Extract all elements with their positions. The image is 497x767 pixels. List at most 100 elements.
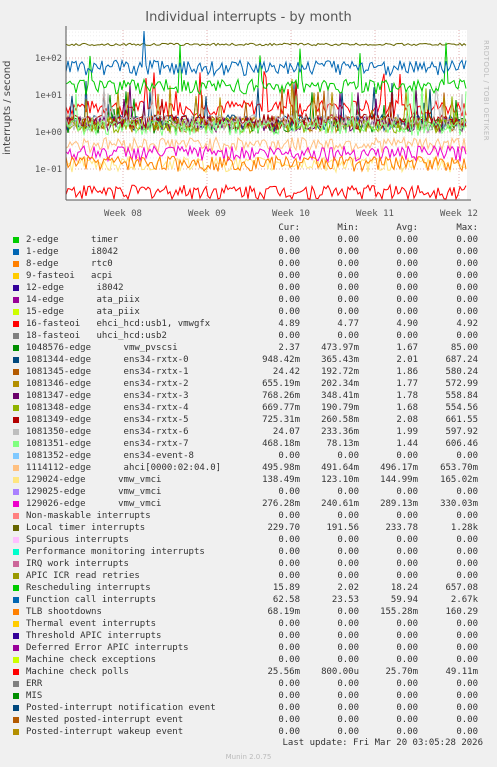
legend-swatch bbox=[13, 729, 19, 735]
legend-max-value: 0.00 bbox=[456, 451, 478, 461]
legend-row: 14-edge ata_piix 0.00 0.00 0.00 0.00 bbox=[0, 294, 497, 306]
legend-series-name: 129026-edge vmw_vmci bbox=[26, 499, 162, 509]
legend-swatch bbox=[13, 585, 19, 591]
x-tick-label: Week 09 bbox=[188, 209, 226, 219]
legend-max-value: 0.00 bbox=[456, 283, 478, 293]
legend-row: 2-edge timer 0.00 0.00 0.00 0.00 bbox=[0, 234, 497, 246]
legend-row: MIS 0.00 0.00 0.00 0.00 bbox=[0, 690, 497, 702]
legend-swatch bbox=[13, 453, 19, 459]
legend-row: 1081345-edge ens34-rxtx-1 24.42 192.72m 1.8… bbox=[0, 366, 497, 378]
legend-max-value: 0.00 bbox=[456, 331, 478, 341]
legend-row: 12-edge i8042 0.00 0.00 0.00 0.00 bbox=[0, 282, 497, 294]
legend-swatch bbox=[13, 549, 19, 555]
legend-max-value: 0.00 bbox=[456, 679, 478, 689]
legend-row: Thermal event interrupts 0.00 0.00 0.00 0.00 bbox=[0, 618, 497, 630]
legend-row: IRQ work interrupts 0.00 0.00 0.00 0.00 bbox=[0, 558, 497, 570]
legend-swatch bbox=[13, 333, 19, 339]
legend-row: ERR 0.00 0.00 0.00 0.00 bbox=[0, 678, 497, 690]
legend-max-value: 4.92 bbox=[456, 319, 478, 329]
legend-series-name: 129024-edge vmw_vmci bbox=[26, 475, 162, 485]
legend-max-value: 0.00 bbox=[456, 655, 478, 665]
legend-swatch bbox=[13, 573, 19, 579]
col-max-header: Max: bbox=[456, 223, 478, 233]
legend-series-name: 12-edge i8042 bbox=[26, 283, 124, 293]
legend-series-name: 8-edge rtc0 bbox=[26, 259, 113, 269]
legend-max-value: 0.00 bbox=[456, 487, 478, 497]
legend-series-name: Nested posted-interrupt event bbox=[26, 715, 184, 725]
legend-series-name: 1048576-edge vmw_pvscsi bbox=[26, 343, 178, 353]
legend-row: 129026-edge vmw_vmci 276.28m 240.61m 289.13… bbox=[0, 498, 497, 510]
legend-max-value: 0.00 bbox=[456, 271, 478, 281]
legend-swatch bbox=[13, 309, 19, 315]
legend-row: 9-fasteoi acpi 0.00 0.00 0.00 0.00 bbox=[0, 270, 497, 282]
legend-row: 1081346-edge ens34-rxtx-2 655.19m 202.34m 1… bbox=[0, 378, 497, 390]
legend-swatch bbox=[13, 621, 19, 627]
legend-series-name: Non-maskable interrupts bbox=[26, 511, 151, 521]
legend-row: 1114112-edge ahci[0000:02:04.0] 495.98m 49… bbox=[0, 462, 497, 474]
legend-swatch bbox=[13, 249, 19, 255]
legend-row: 1048576-edge vmw_pvscsi 2.37 473.97m 1.67 85… bbox=[0, 342, 497, 354]
legend-max-value: 0.00 bbox=[456, 631, 478, 641]
legend-series-name: 15-edge ata_piix bbox=[26, 307, 140, 317]
legend-row: Deferred Error APIC interrupts 0.00 0.00 0.… bbox=[0, 642, 497, 654]
legend-series-name: 129025-edge vmw_vmci bbox=[26, 487, 162, 497]
legend-row: Machine check polls 25.56m 800.00u 25.70m 49… bbox=[0, 666, 497, 678]
y-tick-label: 1e+02 bbox=[35, 54, 62, 64]
legend-series-name: 1081344-edge ens34-rxtx-0 bbox=[26, 355, 189, 365]
legend-row: 1081347-edge ens34-rxtx-3 768.26m 348.41m 1… bbox=[0, 390, 497, 402]
legend-series-name: Performance monitoring interrupts bbox=[26, 547, 205, 557]
legend-swatch bbox=[13, 273, 19, 279]
legend-max-value: 554.56 bbox=[445, 403, 478, 413]
legend-series-name: 2-edge timer bbox=[26, 235, 119, 245]
legend-row: Non-maskable interrupts 0.00 0.00 0.00 0.00 bbox=[0, 510, 497, 522]
legend-max-value: 0.00 bbox=[456, 259, 478, 269]
legend-row: 1081350-edge ens34-rxtx-6 24.07 233.36m 1.9… bbox=[0, 426, 497, 438]
legend-row: Rescheduling interrupts 15.89 2.02 18.24 657… bbox=[0, 582, 497, 594]
legend-max-value: 2.67k bbox=[450, 595, 478, 605]
x-tick-labels: Week 08 Week 09 Week 10 Week 11 Week 12 bbox=[104, 209, 478, 219]
legend-swatch bbox=[13, 489, 19, 495]
legend-max-value: 85.00 bbox=[450, 343, 478, 353]
legend-max-value: 0.00 bbox=[456, 295, 478, 305]
legend-series-name: MIS bbox=[26, 691, 43, 701]
legend-swatch bbox=[13, 561, 19, 567]
legend-swatch bbox=[13, 297, 19, 303]
x-tick-label: Week 12 bbox=[440, 209, 478, 219]
legend-row: Spurious interrupts 0.00 0.00 0.00 0.00 bbox=[0, 534, 497, 546]
legend-series-name: TLB shootdowns bbox=[26, 607, 102, 617]
legend-max-value: 572.99 bbox=[445, 379, 478, 389]
legend-row: Performance monitoring interrupts 0.00 0.0… bbox=[0, 546, 497, 558]
legend-max-value: 661.55 bbox=[445, 415, 478, 425]
legend-series-name: Threshold APIC interrupts bbox=[26, 631, 162, 641]
legend-swatch bbox=[13, 681, 19, 687]
last-update: Last update: Fri Mar 20 03:05:28 2026 bbox=[282, 738, 483, 748]
legend-row: 1-edge i8042 0.00 0.00 0.00 0.00 bbox=[0, 246, 497, 258]
legend-series-name: 1081346-edge ens34-rxtx-2 bbox=[26, 379, 189, 389]
legend-row: Posted-interrupt wakeup event 0.00 0.00 0.0… bbox=[0, 726, 497, 738]
legend-swatch bbox=[13, 285, 19, 291]
legend-max-value: 657.08 bbox=[445, 583, 478, 593]
legend-swatch bbox=[13, 477, 19, 483]
legend-swatch bbox=[13, 657, 19, 663]
y-tick-label: 1e+00 bbox=[35, 128, 62, 138]
legend-row: 8-edge rtc0 0.00 0.00 0.00 0.00 bbox=[0, 258, 497, 270]
munin-version: Munin 2.0.75 bbox=[225, 753, 272, 761]
legend-swatch bbox=[13, 645, 19, 651]
legend-row: 16-fasteoi ehci_hcd:usb1, vmwgfx 4.89 4.77… bbox=[0, 318, 497, 330]
legend-series-name: 1081351-edge ens34-rxtx-7 bbox=[26, 439, 189, 449]
legend-swatch bbox=[13, 525, 19, 531]
legend-row: 1081344-edge ens34-rxtx-0 948.42m 365.43m 2… bbox=[0, 354, 497, 366]
legend-series-name: IRQ work interrupts bbox=[26, 559, 129, 569]
legend-max-value: 0.00 bbox=[456, 691, 478, 701]
legend-row: 15-edge ata_piix 0.00 0.00 0.00 0.00 bbox=[0, 306, 497, 318]
legend-max-value: 330.03m bbox=[440, 499, 478, 509]
legend-swatch bbox=[13, 393, 19, 399]
y-tick-label: 1e+01 bbox=[35, 91, 62, 101]
legend-series-name: Function call interrupts bbox=[26, 595, 157, 605]
legend-swatch bbox=[13, 357, 19, 363]
legend-row: 129025-edge vmw_vmci 0.00 0.00 0.00 0.00 bbox=[0, 486, 497, 498]
legend-swatch bbox=[13, 609, 19, 615]
legend-max-value: 0.00 bbox=[456, 703, 478, 713]
legend-row: TLB shootdowns 68.19m 0.00 155.28m 160.29 bbox=[0, 606, 497, 618]
legend-max-value: 1.28k bbox=[450, 523, 478, 533]
